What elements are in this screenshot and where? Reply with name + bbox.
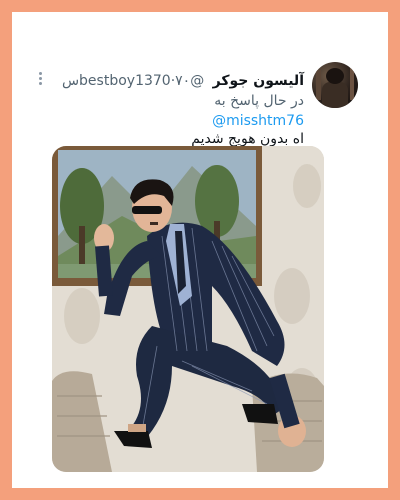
reply-prefix: در حال پاسخ به xyxy=(214,93,304,109)
display-name[interactable]: آلیسون جوکر xyxy=(213,73,304,89)
avatar[interactable] xyxy=(312,62,358,108)
tweet-card: آلیسون جوکر @bestboy1370·۷۰س در حال پاسخ… xyxy=(12,12,388,488)
reply-mention-link[interactable]: @misshtm76 xyxy=(212,113,304,129)
photo-illustration xyxy=(52,146,324,472)
tweet-photo[interactable] xyxy=(52,146,324,472)
tweet-header: آلیسون جوکر @bestboy1370·۷۰س xyxy=(44,72,304,90)
reply-context: در حال پاسخ به xyxy=(44,92,304,110)
user-handle[interactable]: @bestboy1370·۷۰س xyxy=(62,73,204,89)
reply-target-line: @misshtm76 xyxy=(44,110,304,130)
